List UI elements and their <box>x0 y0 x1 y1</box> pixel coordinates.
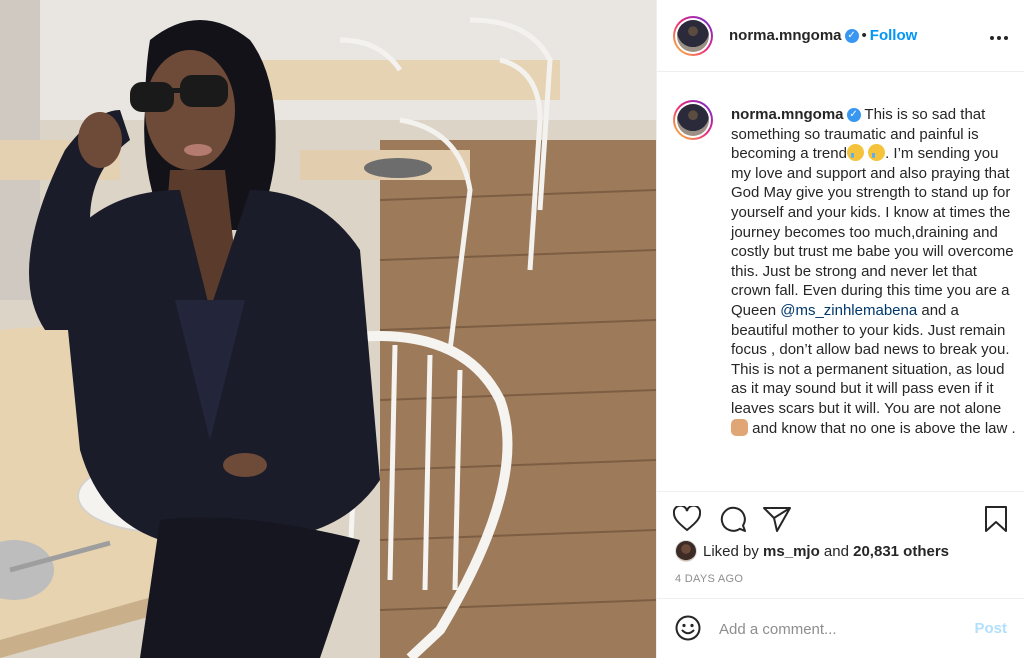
post-photo-illustration <box>0 0 656 658</box>
caption-section: norma.mngoma ✓ This is so sad that someth… <box>657 72 1024 492</box>
likes-summary: Liked by ms_mjo and 20,831 others <box>675 540 949 562</box>
more-options-icon[interactable] <box>989 25 1009 45</box>
caption-part-4: and know that no one is above the law . <box>748 419 1016 437</box>
crying-face-icon <box>846 144 864 162</box>
verified-badge-icon: ✓ <box>844 28 859 43</box>
post-side-panel: norma.mngoma ✓ • Follow norma.mngoma ✓ Th… <box>656 0 1024 658</box>
share-icon[interactable] <box>763 506 791 537</box>
caption-mention-link[interactable]: @ms_zinhlemabena <box>780 302 917 319</box>
comment-icon[interactable] <box>719 505 747 538</box>
verified-badge-icon: ✓ <box>846 108 861 123</box>
caption-text: norma.mngoma ✓ This is so sad that someth… <box>731 105 1017 438</box>
post-photo[interactable] <box>0 0 656 658</box>
crying-face-icon <box>868 144 886 162</box>
caption-avatar[interactable] <box>673 100 713 140</box>
follow-button[interactable]: Follow <box>870 27 918 44</box>
raised-fist-icon <box>731 418 748 436</box>
comment-input[interactable] <box>719 617 959 641</box>
likes-and: and <box>819 542 854 560</box>
liker-username[interactable]: ms_mjo <box>763 543 820 560</box>
avatar[interactable] <box>673 16 713 56</box>
header-separator: • <box>861 27 867 44</box>
likes-others-link[interactable]: 20,831 others <box>853 543 949 560</box>
header-user-row: norma.mngoma ✓ • Follow <box>729 27 917 44</box>
caption-username[interactable]: norma.mngoma <box>731 106 844 123</box>
likes-prefix: Liked by <box>703 542 759 560</box>
caption-part-3: and a beautiful mother to your kids. Jus… <box>731 301 1010 417</box>
post-timestamp[interactable]: 4 DAYS AGO <box>675 573 743 585</box>
liker-avatar[interactable] <box>675 540 697 562</box>
bookmark-icon[interactable] <box>984 505 1008 538</box>
comment-bar: Post <box>657 598 1024 658</box>
caption-part-2: . I’m sending you my love and support an… <box>731 145 1014 319</box>
heart-icon[interactable] <box>672 504 702 537</box>
smiley-icon[interactable] <box>675 615 701 646</box>
header-username[interactable]: norma.mngoma <box>729 27 842 44</box>
post-header: norma.mngoma ✓ • Follow <box>657 0 1024 72</box>
post-comment-button[interactable]: Post <box>974 620 1007 637</box>
